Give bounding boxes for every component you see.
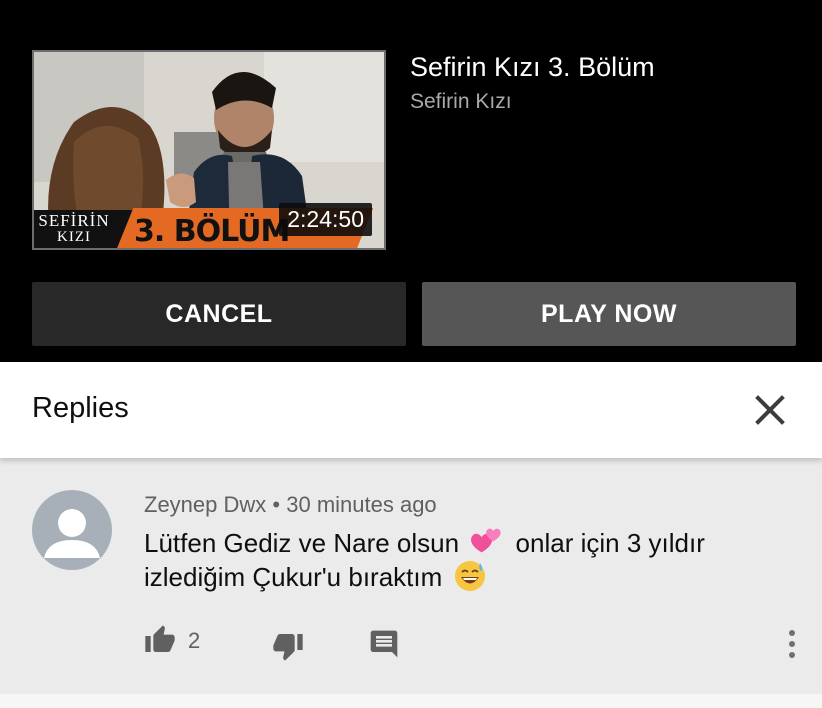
up-next-panel: SEFİRİN KIZI 3. BÖLÜM 2:24:50 Sefirin Kı… <box>0 0 822 362</box>
replies-title: Replies <box>32 392 129 424</box>
video-title[interactable]: Sefirin Kızı 3. Bölüm <box>410 52 655 83</box>
comment-actions: 2 <box>0 624 822 674</box>
meta-separator: • <box>272 492 281 517</box>
like-count: 2 <box>188 628 201 653</box>
avatar[interactable] <box>32 490 112 570</box>
thumbs-down-icon[interactable] <box>272 630 304 662</box>
logo-line-2: KIZI <box>57 229 91 245</box>
episode-label: 3. BÖLÜM <box>134 214 290 249</box>
bottom-divider <box>0 694 822 708</box>
cancel-button[interactable]: CANCEL <box>32 282 406 346</box>
channel-name[interactable]: Sefirin Kızı <box>410 90 512 114</box>
reply-item: Zeynep Dwx • 30 minutes ago Lütfen Gediz… <box>0 458 822 694</box>
comment-meta: Zeynep Dwx • 30 minutes ago <box>144 492 437 518</box>
replies-header: Replies <box>0 362 822 458</box>
thumbs-up-icon[interactable] <box>144 624 176 656</box>
comment-text-part3: izlediğim Çukur'u bıraktım <box>144 562 443 592</box>
comment-time: 30 minutes ago <box>286 492 437 517</box>
comment-text-part2: onlar için 3 yıldır <box>515 528 705 558</box>
video-duration: 2:24:50 <box>279 203 372 236</box>
reply-icon[interactable] <box>368 628 400 660</box>
video-thumbnail[interactable]: SEFİRİN KIZI 3. BÖLÜM 2:24:50 <box>32 50 386 250</box>
two-hearts-emoji-icon <box>471 528 501 553</box>
logo-line-1: SEFİRİN <box>38 211 110 230</box>
comment-author[interactable]: Zeynep Dwx <box>144 492 266 517</box>
grinning-sweat-emoji-icon <box>454 561 485 591</box>
close-icon[interactable] <box>752 392 788 428</box>
default-avatar-icon <box>44 509 100 558</box>
show-logo: SEFİRİN KIZI <box>34 212 114 246</box>
comment-text-part1: Lütfen Gediz ve Nare olsun <box>144 528 460 558</box>
comment-text: Lütfen Gediz ve Nare olsun onlar için 3 … <box>144 526 784 594</box>
more-vert-icon[interactable] <box>782 626 802 662</box>
play-now-button[interactable]: PLAY NOW <box>422 282 796 346</box>
